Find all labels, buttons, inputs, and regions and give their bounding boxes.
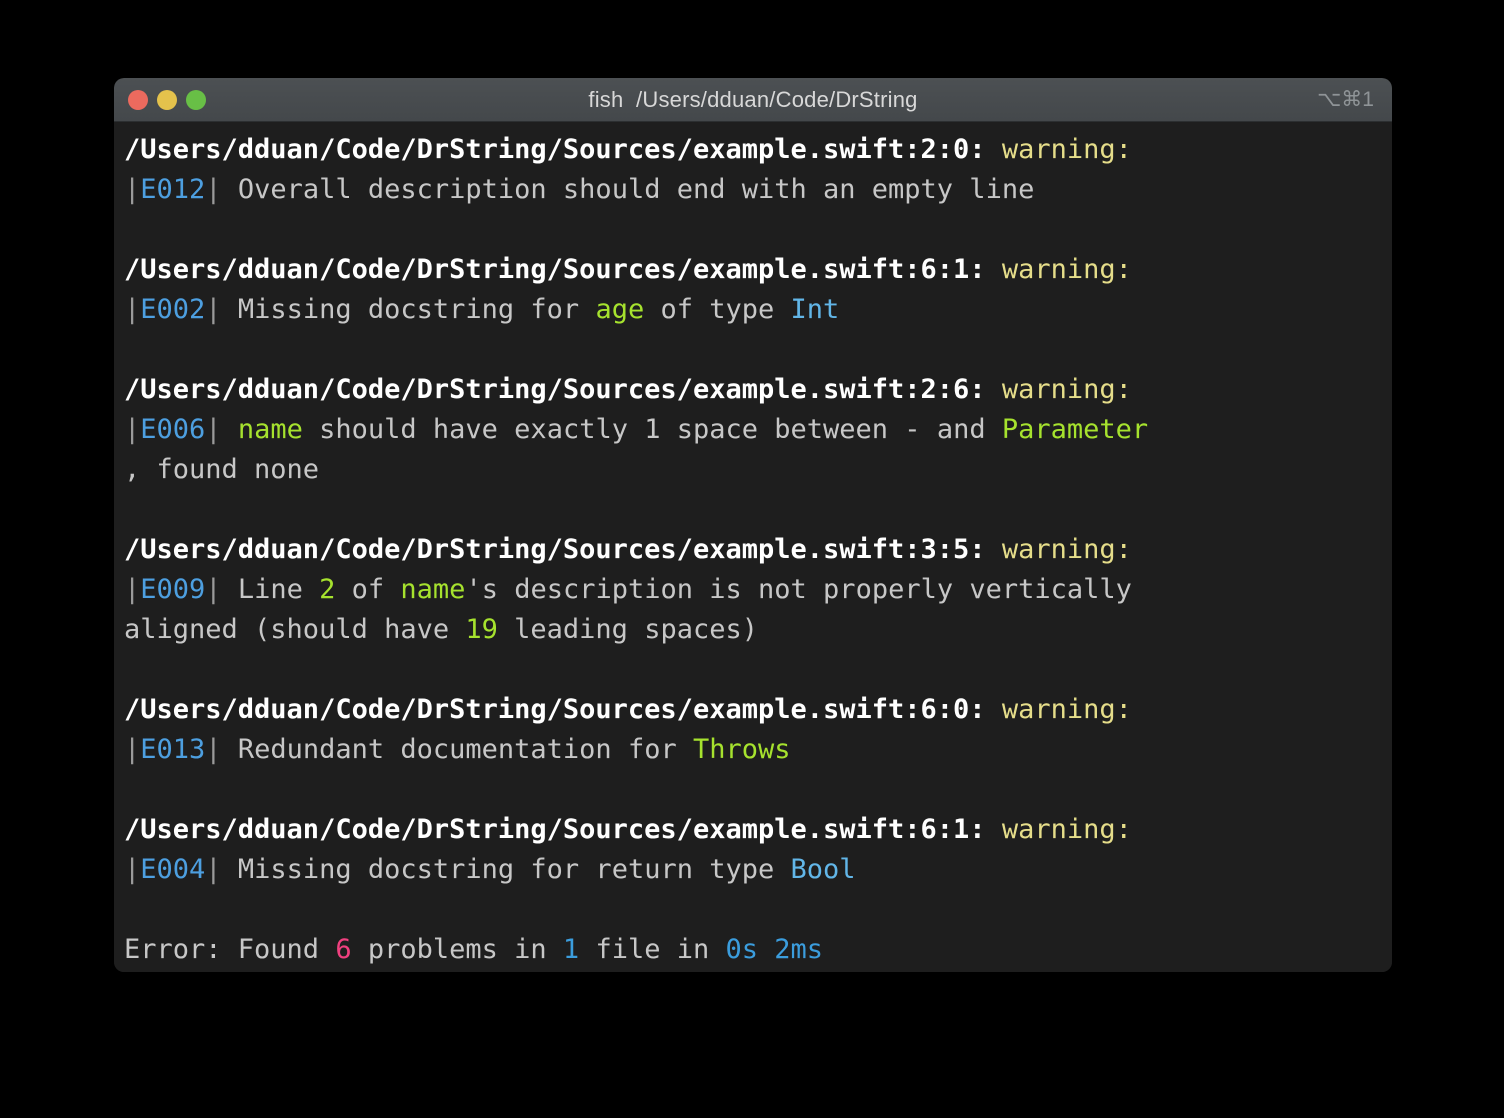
pipe-left-icon: |	[124, 734, 141, 765]
diagnostic-location-line: /Users/dduan/Code/DrString/Sources/examp…	[114, 250, 1392, 290]
diagnostic-keyword: Parameter	[1001, 414, 1149, 445]
diagnostic-message-text: 's description is not properly verticall…	[465, 574, 1132, 605]
close-window-button[interactable]	[128, 89, 148, 110]
diagnostic-type-name: Bool	[790, 854, 856, 885]
summary-milliseconds: 2ms	[774, 934, 824, 965]
diagnostic-message-text: of	[335, 574, 401, 605]
window-title-bar[interactable]: fish /Users/dduan/Code/DrString ⌥⌘1	[114, 78, 1392, 122]
zoom-window-button[interactable]	[186, 89, 206, 110]
diagnostic-code: E012	[140, 174, 206, 205]
summary-middle: problems in	[351, 934, 563, 965]
diagnostic-symbol-name: age	[595, 294, 645, 325]
pipe-right-icon: |	[205, 294, 222, 325]
summary-problem-count: 6	[335, 934, 352, 965]
diagnostic-location-line: /Users/dduan/Code/DrString/Sources/examp…	[114, 690, 1392, 730]
pipe-right-icon: |	[205, 574, 222, 605]
diagnostic-message-line: |E006| name should have exactly 1 space …	[114, 410, 1392, 450]
diagnostic-location-line: /Users/dduan/Code/DrString/Sources/examp…	[114, 530, 1392, 570]
diagnostic-space-count: 19	[465, 614, 498, 645]
diagnostic-message-line: |E002| Missing docstring for age of type…	[114, 290, 1392, 330]
summary-file-count: 1	[562, 934, 580, 965]
pipe-left-icon: |	[124, 294, 141, 325]
diagnostic-location-line: /Users/dduan/Code/DrString/Sources/examp…	[114, 810, 1392, 850]
diagnostic-message-text: Redundant documentation for	[221, 734, 693, 765]
diagnostic-symbol-name: name	[237, 414, 303, 445]
diagnostic-file-path: /Users/dduan/Code/DrString/Sources/examp…	[124, 814, 986, 845]
diagnostic-symbol-name: name	[400, 574, 466, 605]
pipe-left-icon: |	[124, 574, 141, 605]
diagnostic-code: E002	[140, 294, 206, 325]
diagnostic-keyword: Throws	[692, 734, 791, 765]
diagnostic-message-line: |E004| Missing docstring for return type…	[114, 850, 1392, 890]
diagnostic-severity: warning:	[1001, 694, 1132, 725]
diagnostic-severity: warning:	[1001, 254, 1132, 285]
diagnostic-message-line: |E013| Redundant documentation for Throw…	[114, 730, 1392, 770]
diagnostic-message-text: Missing docstring for return type	[221, 854, 791, 885]
pipe-left-icon: |	[124, 414, 141, 445]
pipe-left-icon: |	[124, 854, 141, 885]
pipe-right-icon: |	[205, 854, 222, 885]
diagnostic-file-path: /Users/dduan/Code/DrString/Sources/examp…	[124, 374, 986, 405]
diagnostic-code: E009	[140, 574, 206, 605]
pipe-right-icon: |	[205, 734, 222, 765]
diagnostic-severity: warning:	[1001, 814, 1132, 845]
diagnostic-file-path: /Users/dduan/Code/DrString/Sources/examp…	[124, 254, 986, 285]
diagnostic-message-text: Missing docstring for	[221, 294, 596, 325]
diagnostic-code: E013	[140, 734, 206, 765]
desktop-background: fish /Users/dduan/Code/DrString ⌥⌘1 /Use…	[0, 0, 1504, 1118]
diagnostic-file-path: /Users/dduan/Code/DrString/Sources/examp…	[124, 534, 986, 565]
diagnostic-message-text: , found none	[124, 454, 320, 485]
diagnostic-code: E004	[140, 854, 206, 885]
summary-space	[758, 934, 774, 965]
summary-middle-2: file in	[579, 934, 726, 965]
traffic-light-buttons	[128, 78, 206, 121]
diagnostic-message-text: aligned (should have	[124, 614, 466, 645]
summary-prefix: Error: Found	[124, 934, 336, 965]
diagnostic-severity: warning:	[1001, 134, 1132, 165]
diagnostic-message-text: should have exactly 1 space between - an…	[302, 414, 1002, 445]
diagnostic-message-text: of type	[644, 294, 791, 325]
pipe-right-icon: |	[205, 174, 222, 205]
minimize-window-button[interactable]	[157, 89, 177, 110]
diagnostic-message-text: Line	[221, 574, 320, 605]
diagnostic-location-line: /Users/dduan/Code/DrString/Sources/examp…	[114, 370, 1392, 410]
diagnostic-location-line: /Users/dduan/Code/DrString/Sources/examp…	[114, 130, 1392, 170]
diagnostic-message-text: leading spaces)	[497, 614, 758, 645]
diagnostic-message-line: |E009| Line 2 of name's description is n…	[114, 570, 1392, 610]
terminal-output-area[interactable]: /Users/dduan/Code/DrString/Sources/examp…	[114, 122, 1392, 972]
pipe-right-icon: |	[205, 414, 222, 445]
diagnostic-file-path: /Users/dduan/Code/DrString/Sources/examp…	[124, 134, 986, 165]
diagnostic-message-text: Overall description should end with an e…	[221, 174, 1035, 205]
diagnostic-severity: warning:	[1001, 534, 1132, 565]
summary-line: Error: Found 6 problems in 1 file in 0s …	[114, 930, 1392, 970]
diagnostic-line-number: 2	[319, 574, 336, 605]
diagnostic-file-path: /Users/dduan/Code/DrString/Sources/examp…	[124, 694, 986, 725]
summary-seconds: 0s	[725, 934, 759, 965]
pipe-left-icon: |	[124, 174, 141, 205]
diagnostic-message-text	[222, 414, 238, 445]
terminal-window[interactable]: fish /Users/dduan/Code/DrString ⌥⌘1 /Use…	[114, 78, 1392, 972]
diagnostic-type-name: Int	[790, 294, 840, 325]
diagnostic-severity: warning:	[1001, 374, 1132, 405]
diagnostic-message-wrap-line: , found none	[114, 450, 1392, 490]
window-shortcut-indicator: ⌥⌘1	[1317, 88, 1374, 111]
diagnostic-code: E006	[140, 414, 206, 445]
window-title: fish /Users/dduan/Code/DrString	[588, 86, 918, 112]
diagnostic-message-wrap-line: aligned (should have 19 leading spaces)	[114, 610, 1392, 650]
diagnostic-message-line: |E012| Overall description should end wi…	[114, 170, 1392, 210]
